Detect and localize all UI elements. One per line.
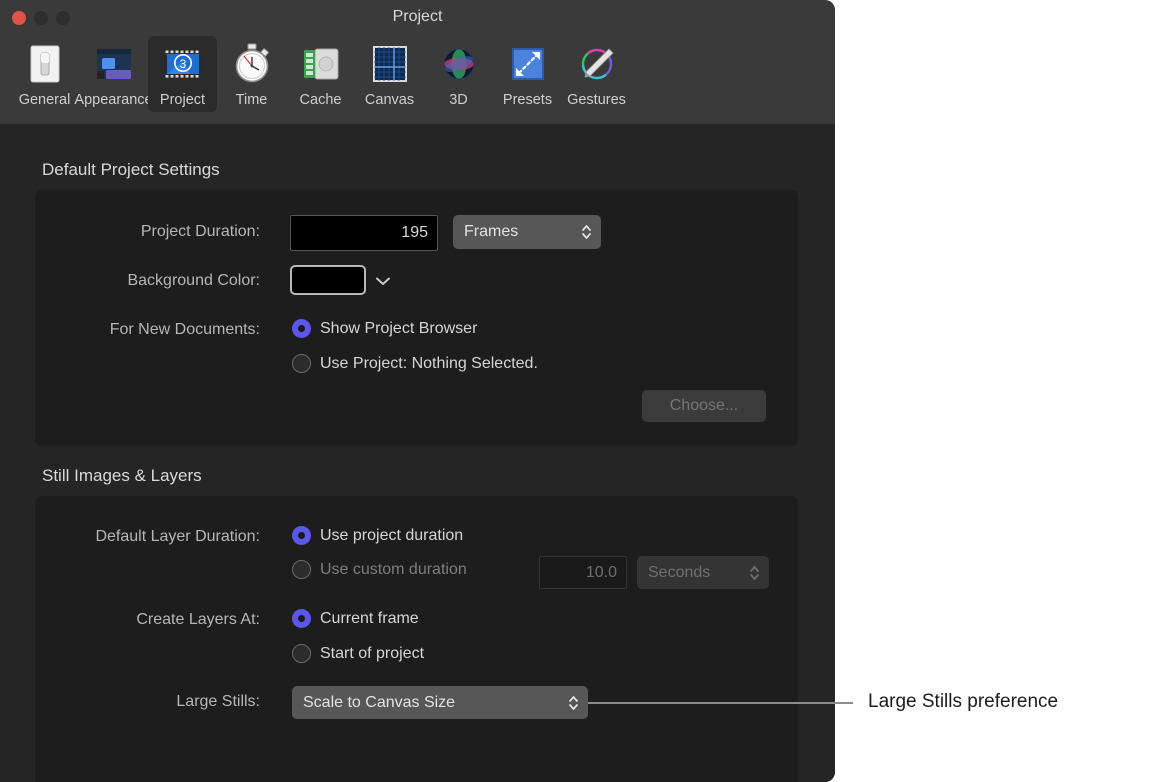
label-project-duration: Project Duration: (140, 223, 260, 240)
preferences-content: Default Project Settings Project Duratio… (0, 124, 835, 782)
toolbar-label-appearance: Appearance (74, 92, 153, 108)
radio-use-project[interactable] (292, 354, 311, 373)
label-for-new-documents: For New Documents: (109, 321, 260, 338)
toolbar-item-appearance[interactable]: Appearance (74, 36, 153, 112)
radio-show-project-browser[interactable] (292, 319, 311, 338)
background-color-swatch[interactable] (290, 265, 366, 295)
presets-icon (502, 38, 554, 90)
label-start-of-project: Start of project (320, 645, 425, 662)
time-icon (226, 38, 278, 90)
section-title-default-project-settings: Default Project Settings (42, 160, 220, 179)
chevron-updown-icon (748, 563, 761, 583)
gestures-icon (571, 38, 623, 90)
section-title-still-images-layers: Still Images & Layers (42, 466, 202, 485)
toolbar-item-gestures[interactable]: Gestures (562, 36, 631, 112)
toolbar-item-presets[interactable]: Presets (493, 36, 562, 112)
general-icon (19, 38, 71, 90)
toolbar-label-general: General (18, 92, 71, 108)
project-duration-units-popup[interactable]: Frames (453, 215, 601, 249)
toolbar-item-cache[interactable]: Cache (286, 36, 355, 112)
custom-duration-units-popup[interactable]: Seconds (637, 556, 769, 589)
toolbar-label-gestures: Gestures (567, 92, 626, 108)
label-create-layers-at: Create Layers At: (136, 611, 260, 628)
radio-use-custom-duration[interactable] (292, 560, 311, 579)
toolbar-label-project: Project (159, 92, 206, 108)
label-current-frame: Current frame (320, 610, 419, 627)
toolbar-label-canvas: Canvas (364, 92, 415, 108)
toolbar-label-time: Time (235, 92, 268, 108)
window-title: Project (392, 8, 443, 25)
toolbar-item-time[interactable]: Time (217, 36, 286, 112)
preferences-toolbar: General Appearance 3 Project Time Cache … (0, 36, 835, 124)
title-bar: Project (0, 0, 835, 36)
toolbar-item-canvas[interactable]: Canvas (355, 36, 424, 112)
svg-text:3: 3 (179, 57, 186, 71)
label-background-color: Background Color: (127, 272, 260, 289)
project-duration-input[interactable]: 195 (290, 215, 438, 251)
label-large-stills: Large Stills: (176, 693, 260, 710)
label-use-project: Use Project: Nothing Selected. (320, 355, 538, 372)
toolbar-label-3d: 3D (449, 92, 468, 108)
radio-use-project-duration[interactable] (292, 526, 311, 545)
label-show-project-browser: Show Project Browser (320, 320, 478, 337)
custom-duration-input[interactable]: 10.0 (539, 556, 627, 589)
large-stills-popup[interactable]: Scale to Canvas Size (292, 686, 588, 719)
label-use-project-duration: Use project duration (320, 527, 464, 544)
custom-duration-units-value: Seconds (648, 563, 711, 581)
chevron-updown-icon (567, 693, 580, 713)
toolbar-label-presets: Presets (502, 92, 553, 108)
chevron-updown-icon (580, 222, 593, 242)
project-duration-units-value: Frames (464, 223, 519, 240)
cache-icon (295, 38, 347, 90)
chevron-down-icon[interactable] (374, 272, 392, 290)
project-icon: 3 (157, 38, 209, 90)
callout-label: Large Stills preference (868, 691, 1059, 712)
toolbar-item-project[interactable]: 3 Project (148, 36, 217, 112)
screenshot-root: Project General Appearance 3 Project Tim… (0, 0, 1176, 782)
toolbar-item-general[interactable]: General (10, 36, 79, 112)
3d-icon (433, 38, 485, 90)
radio-current-frame[interactable] (292, 609, 311, 628)
large-stills-value: Scale to Canvas Size (303, 693, 456, 711)
label-default-layer-duration: Default Layer Duration: (95, 528, 260, 545)
callout-leader-line (588, 702, 853, 704)
canvas-icon (364, 38, 416, 90)
choose-button[interactable]: Choose... (642, 390, 766, 422)
appearance-icon (88, 38, 140, 90)
toolbar-item-3d[interactable]: 3D (424, 36, 493, 112)
toolbar-label-cache: Cache (299, 92, 342, 108)
radio-start-of-project[interactable] (292, 644, 311, 663)
preferences-window: Project General Appearance 3 Project Tim… (0, 0, 835, 782)
label-use-custom-duration: Use custom duration (320, 561, 467, 578)
